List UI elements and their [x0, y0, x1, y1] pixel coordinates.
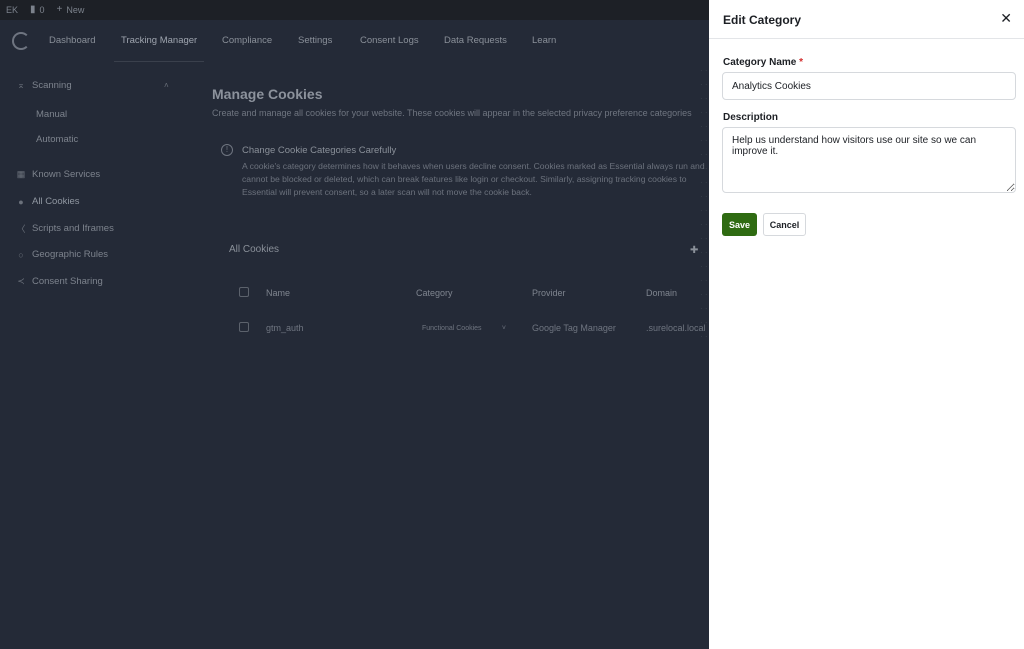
sidebar-item-scripts[interactable]: 〈 Scripts and Iframes: [16, 222, 114, 235]
share-icon: ≺: [17, 276, 25, 286]
tab-learn[interactable]: Learn: [532, 20, 556, 62]
logo-icon[interactable]: [12, 32, 30, 50]
warning-icon: !: [221, 144, 233, 156]
top-nav: Dashboard Tracking Manager Compliance Se…: [0, 20, 709, 62]
col-domain[interactable]: Domain: [646, 288, 677, 298]
add-cookie-icon[interactable]: ✚: [690, 245, 698, 256]
sidebar-item-label: All Cookies: [32, 196, 80, 207]
site-menu[interactable]: EK: [6, 5, 18, 15]
site-name: EK: [6, 5, 19, 15]
drawer-header: Edit Category ✕: [709, 0, 1024, 39]
row-name: gtm_auth: [266, 323, 304, 333]
cookie-icon: ●: [18, 196, 24, 207]
puzzle-icon: ▦: [16, 169, 26, 179]
sidebar-item-geo[interactable]: ○ Geographic Rules: [16, 249, 108, 260]
comments-menu[interactable]: ▮ 0: [30, 4, 45, 16]
page-subtitle: Create and manage all cookies for your w…: [212, 108, 692, 118]
page-title: Manage Cookies: [212, 86, 323, 102]
cancel-button[interactable]: Cancel: [763, 213, 806, 236]
col-category[interactable]: Category: [416, 288, 453, 298]
sidebar-item-all-cookies[interactable]: ● All Cookies: [16, 196, 80, 207]
sidebar: [0, 62, 190, 649]
plus-icon: +: [56, 4, 63, 15]
col-provider[interactable]: Provider: [532, 288, 566, 298]
category-name-label: Category Name *: [723, 57, 803, 68]
required-mark: *: [799, 57, 804, 68]
comments-count: 0: [39, 5, 45, 15]
sidebar-item-automatic[interactable]: Automatic: [36, 134, 78, 145]
sidebar-item-consent-sharing[interactable]: ≺ Consent Sharing: [16, 276, 103, 287]
description-label: Description: [723, 112, 779, 123]
tab-settings[interactable]: Settings: [298, 20, 332, 62]
tab-dashboard[interactable]: Dashboard: [49, 20, 95, 62]
tab-compliance[interactable]: Compliance: [222, 20, 272, 62]
save-button[interactable]: Save: [722, 213, 757, 236]
chevron-down-icon: ˅: [501, 324, 506, 332]
scroll-edge: · · · · · · · · · · · · · · · · · · · · …: [700, 66, 708, 341]
sidebar-item-manual[interactable]: Manual: [36, 109, 67, 120]
row-checkbox[interactable]: [239, 322, 249, 332]
sidebar-item-label: Consent Sharing: [32, 276, 103, 287]
select-all-checkbox[interactable]: [239, 287, 249, 297]
new-label: New: [66, 5, 85, 15]
section-title: All Cookies: [229, 244, 280, 255]
globe-icon: ○: [18, 249, 24, 260]
sidebar-item-label: Scripts and Iframes: [32, 223, 114, 234]
category-select[interactable]: Functional Cookies ˅: [418, 320, 510, 336]
category-name-input[interactable]: [722, 72, 1016, 100]
new-menu[interactable]: + New: [56, 4, 85, 16]
sidebar-item-label: Automatic: [36, 134, 79, 145]
sidebar-item-label: Manual: [36, 109, 68, 120]
sidebar-item-label: Geographic Rules: [32, 249, 109, 260]
chevron-up-icon[interactable]: ˄: [164, 81, 169, 90]
sidebar-item-label: Known Services: [32, 169, 101, 180]
category-value: Functional Cookies: [422, 324, 482, 332]
sidebar-item-label: Scanning: [32, 80, 72, 91]
notice-body: A cookie's category determines how it be…: [242, 161, 705, 197]
category-name-label-text: Category Name: [723, 57, 797, 68]
scan-icon: ⌅: [17, 80, 25, 90]
code-icon: 〈: [16, 224, 26, 234]
sidebar-item-scanning[interactable]: ⌅ Scanning: [16, 80, 72, 91]
sidebar-item-known-services[interactable]: ▦ Known Services: [16, 169, 100, 180]
col-name[interactable]: Name: [266, 288, 290, 298]
drawer-title: Edit Category: [723, 13, 802, 27]
notice-title: Change Cookie Categories Carefully: [242, 145, 397, 156]
tab-data-requests[interactable]: Data Requests: [444, 20, 507, 62]
description-textarea[interactable]: Help us understand how visitors use our …: [722, 127, 1016, 193]
close-icon[interactable]: ✕: [1000, 11, 1012, 25]
edit-category-drawer: Edit Category ✕ Category Name * Descript…: [709, 0, 1024, 649]
tab-tracking-manager[interactable]: Tracking Manager: [114, 20, 205, 62]
comment-icon: ▮: [30, 4, 36, 15]
tab-consent-logs[interactable]: Consent Logs: [360, 20, 419, 62]
row-provider: Google Tag Manager: [532, 323, 616, 333]
